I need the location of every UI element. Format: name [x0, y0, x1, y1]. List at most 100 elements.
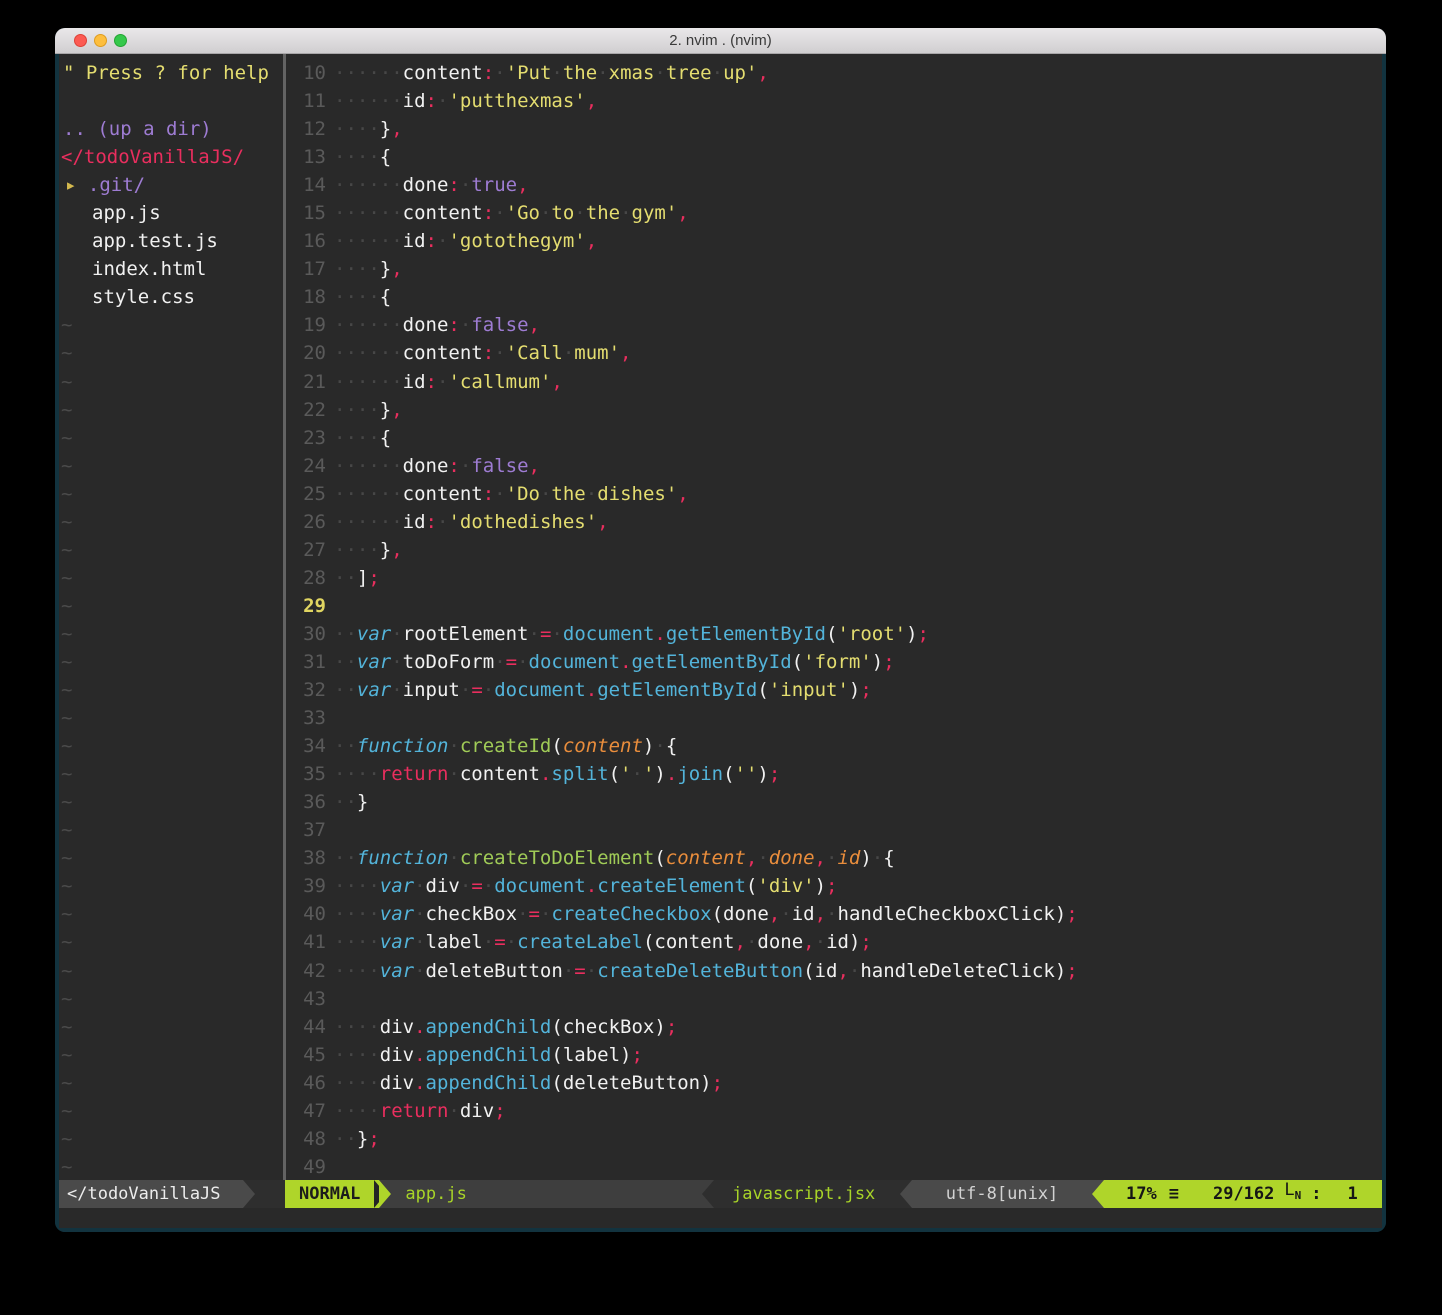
command-line[interactable]	[59, 1208, 1382, 1228]
code-token: document	[529, 651, 621, 673]
statusline-encoding: utf-8[unix]	[912, 1180, 1092, 1208]
code-token: ·	[414, 931, 425, 953]
code-token: id	[403, 371, 426, 393]
empty-line-tilde: ~	[59, 985, 283, 1013]
file-tree[interactable]: " Press ? for help.. (up a dir)</todoVan…	[59, 59, 283, 1181]
code-token: (	[723, 763, 734, 785]
code-line: 47····return·div;	[286, 1097, 1382, 1125]
tree-item[interactable]: ▸ .git/	[59, 171, 283, 199]
empty-line-tilde: ~	[59, 1153, 283, 1181]
code-token: ·	[551, 623, 562, 645]
code-text: ······id:·'dothedishes',	[326, 508, 609, 536]
powerline-arrow-icon	[1092, 1180, 1104, 1208]
code-token: ,	[529, 314, 540, 336]
code-token: )	[654, 763, 665, 785]
code-token: ,	[815, 903, 826, 925]
line-number: 20	[286, 339, 326, 367]
code-token: ······	[334, 314, 403, 336]
code-token: )	[849, 931, 860, 953]
code-line: 32··var·input·=·document.getElementById(…	[286, 676, 1382, 704]
code-token: ··	[334, 847, 357, 869]
code-token: ;	[666, 1016, 677, 1038]
code-token: getElementById	[632, 651, 792, 673]
line-number: 33	[286, 704, 326, 732]
code-token: (	[654, 847, 665, 869]
code-token: ''	[735, 763, 758, 785]
code-token: gym'	[632, 202, 678, 224]
code-token: ·	[620, 202, 631, 224]
collapsed-arrow-icon[interactable]: ▸	[65, 174, 88, 196]
code-token: ·	[414, 903, 425, 925]
tree-row-root[interactable]: </todoVanillaJS/	[59, 143, 283, 171]
code-token: appendChild	[426, 1016, 552, 1038]
code-token: ······	[334, 371, 403, 393]
code-token: 'Do	[506, 483, 540, 505]
code-token: ····	[334, 258, 380, 280]
tree-row-updir[interactable]: .. (up a dir)	[59, 115, 283, 143]
line-number: 29	[286, 592, 326, 620]
code-token: split	[551, 763, 608, 785]
line-number: 47	[286, 1097, 326, 1125]
code-text	[326, 1153, 334, 1181]
code-token: ·	[460, 679, 471, 701]
code-token: content	[403, 62, 483, 84]
empty-line-tilde: ~	[59, 396, 283, 424]
code-text	[326, 985, 334, 1013]
code-text: ····},	[326, 396, 403, 424]
code-line: 19······done:·false,	[286, 311, 1382, 339]
editor-buffer[interactable]: 10······content:·'Put·the·xmas·tree·up',…	[286, 59, 1382, 1181]
code-token: ·	[391, 623, 402, 645]
code-token: done	[757, 931, 803, 953]
code-token: {	[883, 847, 894, 869]
code-text	[326, 704, 334, 732]
tree-item[interactable]: style.css	[59, 283, 283, 311]
tree-item[interactable]: app.test.js	[59, 227, 283, 255]
code-text: ····{	[326, 143, 391, 171]
empty-line-tilde: ~	[59, 1125, 283, 1153]
code-token: ]	[357, 567, 368, 589]
line-number: 15	[286, 199, 326, 227]
tree-item[interactable]: app.js	[59, 199, 283, 227]
code-token: ·	[517, 651, 528, 673]
line-number: 24	[286, 452, 326, 480]
code-token: ,	[803, 931, 814, 953]
code-token: ·	[448, 763, 459, 785]
code-text: ··var·rootElement·=·document.getElementB…	[326, 620, 929, 648]
line-number: 45	[286, 1041, 326, 1069]
code-token: xmas	[609, 62, 655, 84]
code-token: .	[540, 763, 551, 785]
code-token: done	[769, 847, 815, 869]
code-token: ····	[334, 763, 380, 785]
code-token: ·	[448, 1100, 459, 1122]
code-token: function	[357, 735, 449, 757]
code-token: ··	[334, 679, 357, 701]
code-text: ······content:·'Go·to·the·gym',	[326, 199, 689, 227]
code-token: ··	[334, 651, 357, 673]
code-token: ····	[334, 399, 380, 421]
empty-line-tilde: ~	[59, 704, 283, 732]
code-token: ·	[826, 903, 837, 925]
code-token: div	[426, 875, 460, 897]
code-text: ····var·label·=·createLabel(content,·don…	[326, 928, 872, 956]
statusline: </todoVanillaJS NORMAL app.js javascript…	[59, 1180, 1382, 1208]
code-token: ····	[334, 118, 380, 140]
code-token: done	[403, 314, 449, 336]
code-token: )	[1055, 903, 1066, 925]
code-line: 39····var·div·=·document.createElement('…	[286, 872, 1382, 900]
empty-line-tilde: ~	[59, 1041, 283, 1069]
code-token: ·	[551, 62, 562, 84]
tree-item[interactable]: index.html	[59, 255, 283, 283]
code-token: ·	[483, 931, 494, 953]
titlebar[interactable]: 2. nvim . (nvim)	[55, 28, 1386, 54]
code-token: ;	[368, 1128, 379, 1150]
code-line: 15······content:·'Go·to·the·gym',	[286, 199, 1382, 227]
code-token: ·	[872, 847, 883, 869]
code-token: ·	[654, 62, 665, 84]
code-token: appendChild	[426, 1072, 552, 1094]
code-token: .	[666, 763, 677, 785]
code-token: ·	[849, 960, 860, 982]
code-token: ······	[334, 511, 403, 533]
code-line: 37	[286, 816, 1382, 844]
code-line: 30··var·rootElement·=·document.getElemen…	[286, 620, 1382, 648]
code-token: ;	[368, 567, 379, 589]
